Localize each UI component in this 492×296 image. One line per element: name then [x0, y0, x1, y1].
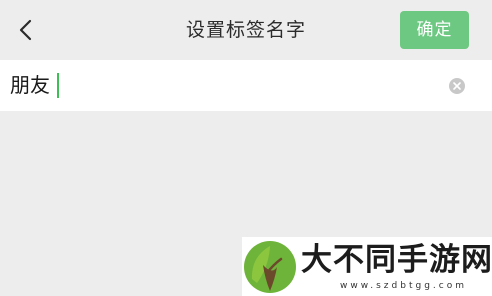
navigation-bar: 设置标签名字 确定 [0, 0, 492, 60]
tag-name-input-value[interactable]: 朋友 [10, 70, 50, 100]
site-watermark: 大不同手游网 www.szdbtgg.com [242, 237, 492, 296]
clear-button[interactable] [448, 77, 466, 95]
leaf-logo-icon [244, 241, 296, 293]
text-cursor [57, 73, 59, 98]
watermark-title: 大不同手游网 [301, 242, 492, 278]
clear-circle-icon [449, 78, 465, 94]
confirm-button[interactable]: 确定 [400, 11, 469, 49]
watermark-url: www.szdbtgg.com [340, 281, 467, 291]
tag-name-field[interactable]: 朋友 [0, 60, 492, 111]
